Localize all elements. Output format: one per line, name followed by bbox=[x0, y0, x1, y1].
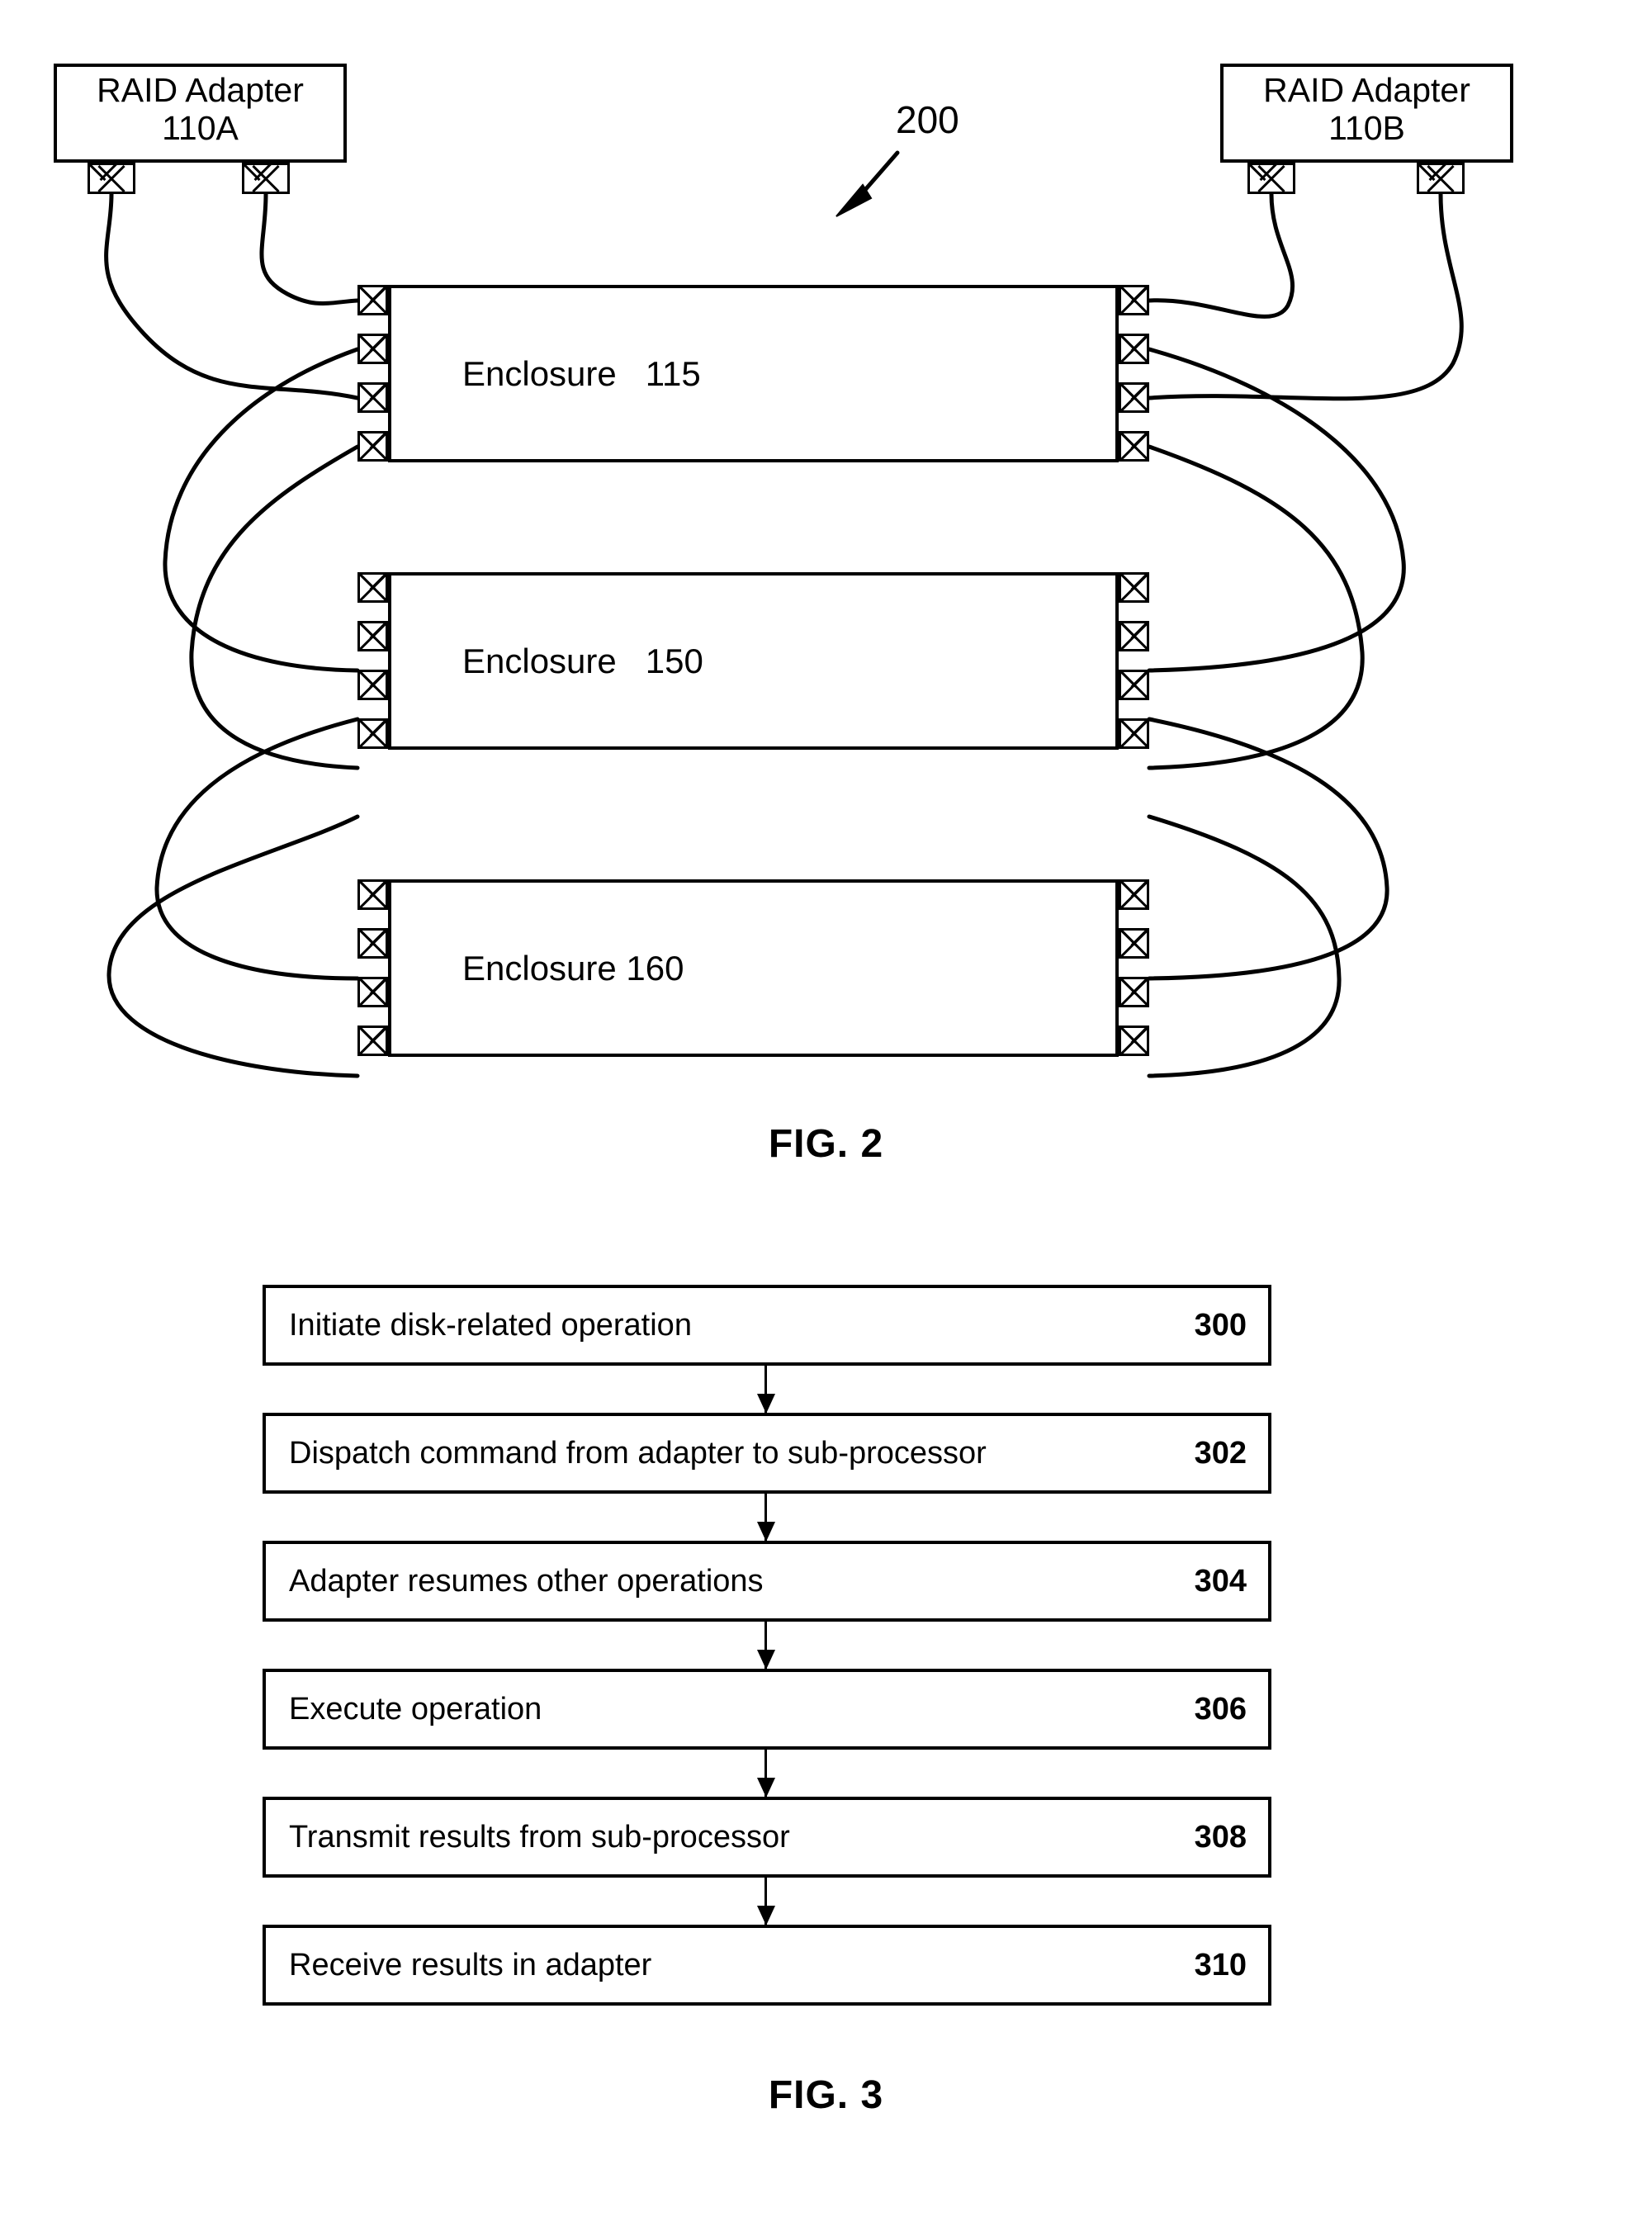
raid-adapter-110a-title: RAID Adapter bbox=[97, 71, 304, 109]
port-150-right-3 bbox=[1119, 670, 1149, 700]
enclosure-160: Enclosure 160 bbox=[388, 879, 1119, 1057]
port-110a-1 bbox=[88, 163, 135, 194]
port-150-right-4 bbox=[1119, 718, 1149, 749]
enclosure-115: Enclosure 115 bbox=[388, 285, 1119, 462]
flow-step-302-text: Dispatch command from adapter to sub-pro… bbox=[289, 1435, 987, 1471]
enclosure-150: Enclosure 150 bbox=[388, 572, 1119, 750]
flow-step-308-number: 308 bbox=[1194, 1819, 1247, 1854]
port-150-left-1 bbox=[357, 572, 388, 603]
port-115-left-3 bbox=[357, 382, 388, 413]
port-115-right-3 bbox=[1119, 382, 1149, 413]
flow-step-308-text: Transmit results from sub-processor bbox=[289, 1819, 790, 1854]
port-115-left-1 bbox=[357, 285, 388, 315]
enclosure-150-label: Enclosure 150 bbox=[462, 641, 703, 680]
port-115-right-1 bbox=[1119, 285, 1149, 315]
cable-r1 bbox=[1147, 192, 1295, 319]
patent-drawing-sheet: RAID Adapter 110A RAID Adapter 110B 200 … bbox=[0, 0, 1652, 2231]
cable-r5 bbox=[1147, 717, 1389, 981]
port-160-right-4 bbox=[1119, 1026, 1149, 1056]
flow-arrow-304-306 bbox=[757, 1622, 775, 1670]
port-160-left-1 bbox=[357, 879, 388, 910]
figure-3-caption: FIG. 3 bbox=[768, 2073, 884, 2117]
raid-adapter-110b-number: 110B bbox=[1328, 108, 1405, 147]
cable-r4 bbox=[1147, 444, 1365, 770]
port-160-left-4 bbox=[357, 1026, 388, 1056]
port-160-right-3 bbox=[1119, 977, 1149, 1007]
port-110b-2 bbox=[1417, 163, 1465, 194]
flow-arrow-300-302 bbox=[757, 1366, 775, 1414]
enclosure-115-label: Enclosure 115 bbox=[462, 353, 701, 393]
port-150-left-2 bbox=[357, 621, 388, 651]
port-150-right-2 bbox=[1119, 621, 1149, 651]
cable-l5 bbox=[154, 717, 360, 981]
flow-step-310: Receive results in adapter 310 bbox=[263, 1925, 1271, 2006]
flow-step-304-number: 304 bbox=[1194, 1563, 1247, 1599]
port-150-left-3 bbox=[357, 670, 388, 700]
flow-arrow-302-304 bbox=[757, 1494, 775, 1542]
cable-r2 bbox=[1147, 192, 1464, 401]
cable-l1 bbox=[104, 192, 360, 400]
port-160-right-2 bbox=[1119, 928, 1149, 959]
port-160-left-2 bbox=[357, 928, 388, 959]
port-115-left-4 bbox=[357, 431, 388, 462]
cable-r6 bbox=[1147, 814, 1342, 1078]
enclosure-160-label: Enclosure 160 bbox=[462, 948, 684, 988]
flow-step-310-number: 310 bbox=[1194, 1947, 1247, 1982]
cable-l6 bbox=[107, 814, 360, 1078]
raid-adapter-110b: RAID Adapter 110B bbox=[1220, 64, 1513, 163]
flow-step-306: Execute operation 306 bbox=[263, 1669, 1271, 1750]
cable-l4 bbox=[189, 444, 360, 770]
flow-step-302: Dispatch command from adapter to sub-pro… bbox=[263, 1413, 1271, 1494]
port-115-right-2 bbox=[1119, 334, 1149, 364]
flow-step-300-number: 300 bbox=[1194, 1307, 1247, 1343]
flow-step-304: Adapter resumes other operations 304 bbox=[263, 1541, 1271, 1622]
ref-200-arrowhead bbox=[835, 183, 873, 217]
flow-arrow-306-308 bbox=[757, 1750, 775, 1798]
flow-step-302-number: 302 bbox=[1194, 1435, 1247, 1471]
flow-step-300: Initiate disk-related operation 300 bbox=[263, 1285, 1271, 1366]
port-115-right-4 bbox=[1119, 431, 1149, 462]
flow-step-306-text: Execute operation bbox=[289, 1691, 542, 1727]
port-110a-2 bbox=[242, 163, 290, 194]
raid-adapter-110b-title: RAID Adapter bbox=[1263, 71, 1470, 109]
port-150-left-4 bbox=[357, 718, 388, 749]
figure-2: RAID Adapter 110A RAID Adapter 110B 200 … bbox=[0, 0, 1652, 1197]
flow-step-304-text: Adapter resumes other operations bbox=[289, 1563, 764, 1599]
reference-numeral-200: 200 bbox=[896, 98, 959, 141]
raid-adapter-110a: RAID Adapter 110A bbox=[54, 64, 347, 163]
raid-adapter-110a-number: 110A bbox=[162, 108, 239, 147]
flow-step-310-text: Receive results in adapter bbox=[289, 1947, 652, 1982]
cable-l2 bbox=[259, 192, 360, 306]
flow-step-308: Transmit results from sub-processor 308 bbox=[263, 1797, 1271, 1878]
port-160-right-1 bbox=[1119, 879, 1149, 910]
port-150-right-1 bbox=[1119, 572, 1149, 603]
flow-step-300-text: Initiate disk-related operation bbox=[289, 1307, 692, 1343]
port-160-left-3 bbox=[357, 977, 388, 1007]
port-110b-1 bbox=[1247, 163, 1295, 194]
figure-3: Initiate disk-related operation 300 Disp… bbox=[0, 1222, 1652, 2231]
port-115-left-2 bbox=[357, 334, 388, 364]
figure-2-caption: FIG. 2 bbox=[768, 1122, 884, 1166]
flow-arrow-308-310 bbox=[757, 1878, 775, 1925]
flow-step-306-number: 306 bbox=[1194, 1691, 1247, 1727]
